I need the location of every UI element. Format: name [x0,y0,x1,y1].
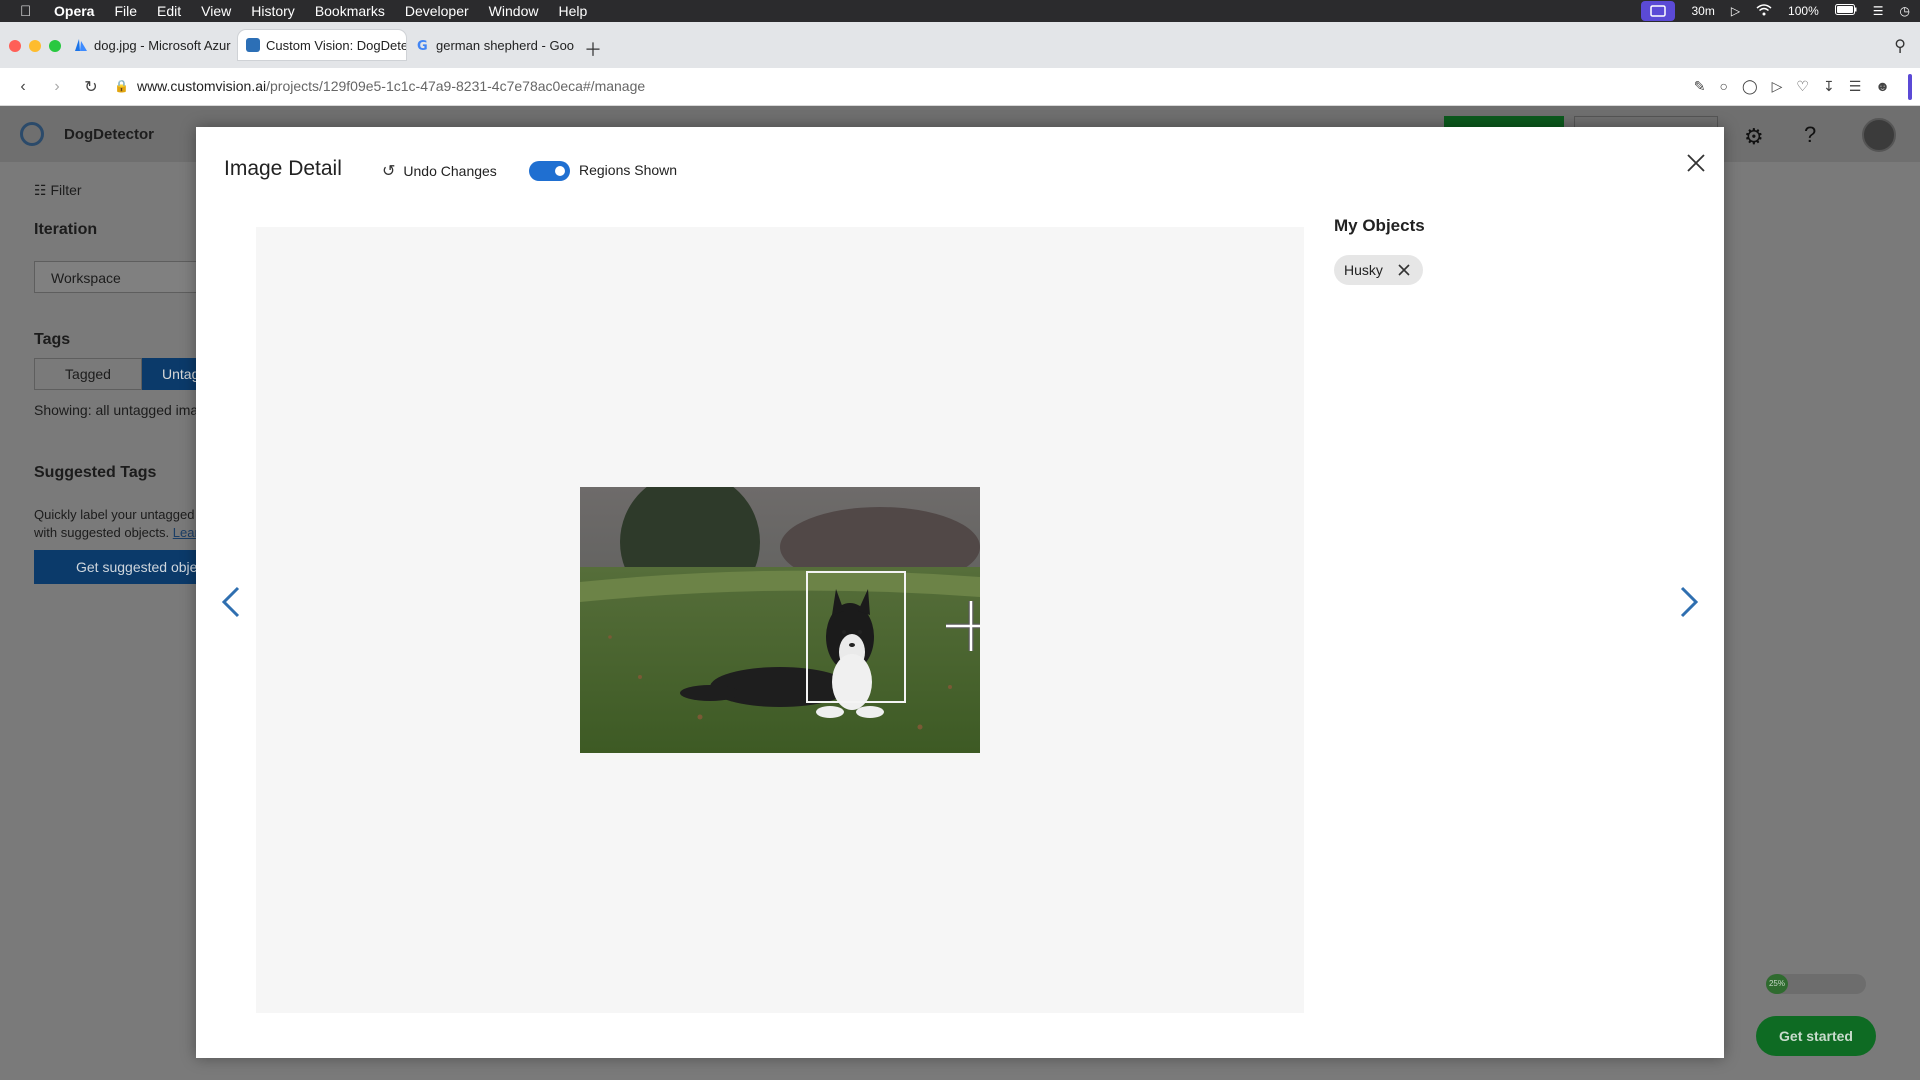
menu-help[interactable]: Help [558,3,587,19]
learn-more-link[interactable]: Lear [173,525,199,540]
husky-photo-image [580,487,980,753]
battery-icon[interactable] [1834,4,1857,18]
gear-icon[interactable]: ⚙ [1744,124,1764,150]
workspace-dropdown[interactable]: Workspace [34,261,214,293]
back-icon[interactable]: ‹ [12,78,34,96]
previous-image-arrow-icon[interactable] [216,582,246,622]
image-canvas[interactable] [256,227,1304,1013]
object-tag-label: Husky [1344,262,1383,278]
iteration-heading: Iteration [34,221,98,238]
showing-text: Showing: all untagged ima [34,402,199,418]
menu-bookmarks[interactable]: Bookmarks [315,3,385,19]
tab-search-icon[interactable]: ⚲ [1894,36,1906,56]
url-path: /projects/129f09e5-1c1c-47a9-8231-4c7e78… [266,78,646,94]
tab-custom-vision[interactable]: Custom Vision: DogDete [238,30,406,60]
menu-icon[interactable]: ☰ [1849,78,1862,95]
suggested-tags-description: Quickly label your untagged with suggest… [34,506,204,542]
macos-menubar:  Opera File Edit View History Bookmarks… [0,0,1920,22]
screen-share-icon[interactable] [1641,1,1676,21]
heart-icon[interactable]: ♡ [1796,78,1809,95]
maximize-window-button[interactable] [49,40,61,52]
menu-file[interactable]: File [114,3,137,19]
minimize-window-button[interactable] [29,40,41,52]
menu-app-name[interactable]: Opera [54,3,94,19]
crosshair-cursor-icon [946,601,980,651]
avatar[interactable] [1862,118,1896,152]
image-detail-modal: Image Detail ↺ Undo Changes Regions Show… [196,127,1724,1058]
tagged-toggle[interactable]: Tagged [34,358,142,390]
help-icon[interactable]: ? [1804,122,1816,148]
menu-view[interactable]: View [201,3,231,19]
tab-label: Custom Vision: DogDete [266,37,406,53]
regions-shown-toggle[interactable] [529,161,570,181]
url-field[interactable]: 🔒 www.customvision.ai/projects/129f09e5-… [114,78,645,94]
close-window-button[interactable] [9,40,21,52]
remove-tag-icon[interactable] [1397,263,1411,277]
reload-icon[interactable]: ↻ [80,77,102,97]
address-bar-tools: ✎ ○ ◯ ▷ ♡ ↧ ☰ ☻ [1694,78,1890,95]
filter-button[interactable]: ☷ Filter [34,182,82,199]
modal-title: Image Detail [224,157,342,180]
tags-heading: Tags [34,331,71,348]
new-tab-plus-icon[interactable]: ＋ [584,36,602,62]
regions-shown-label: Regions Shown [579,162,678,178]
get-started-button[interactable]: Get started [1756,1016,1876,1056]
bounding-box-region[interactable] [806,571,906,703]
window-controls [9,40,61,52]
husky-photo[interactable] [580,487,980,753]
my-objects-heading: My Objects [1334,216,1425,235]
suggested-tags-text: Quickly label your untagged with suggest… [34,507,195,540]
progress-value: 25% [1766,974,1788,994]
close-icon[interactable] [1684,151,1708,175]
play-icon[interactable]: ▷ [1731,4,1740,18]
next-image-arrow-icon[interactable] [1674,582,1704,622]
lock-icon: 🔒 [114,79,129,93]
object-tag-chip[interactable]: Husky [1334,255,1423,285]
toggle-knob [555,166,565,176]
menubar-status-area: 30m ▷ 100% ☰ ◷ [1641,0,1910,22]
profile-icon[interactable]: ☻ [1875,78,1890,95]
menu-edit[interactable]: Edit [157,3,181,19]
tab-label: german shepherd - Goo [436,37,575,53]
suggested-tags-heading: Suggested Tags [34,464,157,481]
menu-history[interactable]: History [251,3,295,19]
control-center-icon[interactable]: ☰ [1873,4,1884,18]
progress-indicator: 25% [1766,974,1866,994]
svg-text:G: G [417,39,428,52]
undo-icon: ↺ [382,163,396,180]
browser-tab-strip: dog.jpg - Microsoft Azur Custom Vision: … [0,22,1920,68]
url-domain: www.customvision.ai [136,78,267,94]
clock-icon[interactable]: ◷ [1900,4,1910,18]
timer-text[interactable]: 30m [1691,4,1714,18]
menu-developer[interactable]: Developer [405,3,469,19]
edit-icon[interactable]: ✎ [1694,78,1706,95]
address-bar: ‹ › ↻ 🔒 www.customvision.ai/projects/129… [0,68,1920,106]
azure-favicon-icon [74,38,88,52]
google-favicon-icon: G [416,38,430,54]
wifi-icon[interactable] [1756,3,1772,19]
shield-icon[interactable]: ◯ [1742,78,1758,95]
battery-text: 100% [1788,4,1819,18]
download-icon[interactable]: ↧ [1823,78,1835,95]
undo-label: Undo Changes [403,163,497,179]
menu-window[interactable]: Window [489,3,539,19]
apple-icon[interactable]:  [20,3,40,20]
project-name[interactable]: DogDetector [64,126,154,143]
tab-azure-dog-jpg[interactable]: dog.jpg - Microsoft Azur [66,30,236,60]
undo-changes-button[interactable]: ↺ Undo Changes [382,161,497,181]
forward-icon[interactable]: › [46,78,68,96]
tab-google-german-shepherd[interactable]: G german shepherd - Goo [408,30,576,60]
filter-label: Filter [50,182,82,198]
camera-icon[interactable]: ○ [1719,78,1727,95]
play-icon[interactable]: ▷ [1772,78,1783,95]
eye-logo-icon [20,122,44,146]
custom-vision-favicon-icon [246,38,260,52]
tab-label: dog.jpg - Microsoft Azur [94,37,231,53]
sidebar-accent-bar [1908,74,1912,100]
